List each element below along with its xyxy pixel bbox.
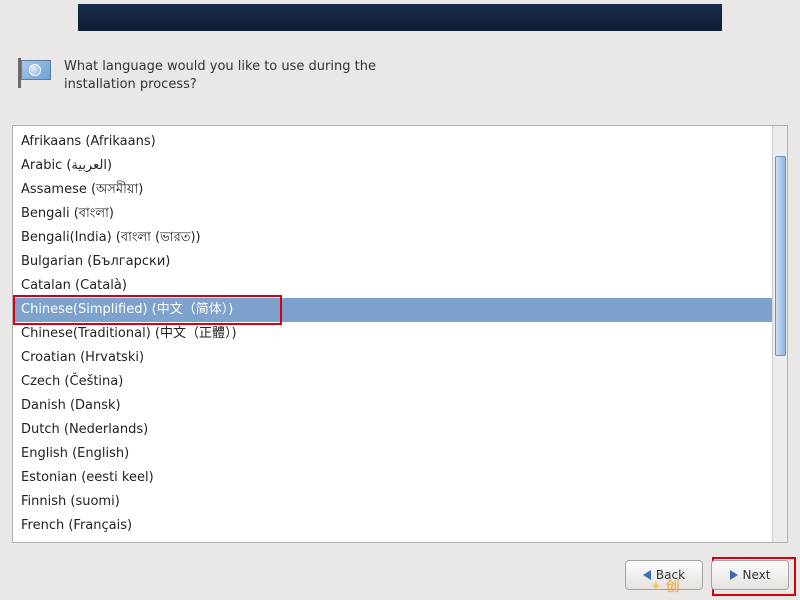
language-item[interactable]: Arabic (العربية) (13, 154, 772, 178)
language-list-body[interactable]: Afrikaans (Afrikaans)Arabic (العربية)Ass… (13, 126, 772, 542)
language-item[interactable]: Estonian (eesti keel) (13, 466, 772, 490)
next-button-label: Next (743, 568, 771, 582)
next-button[interactable]: Next (711, 560, 789, 590)
prompt-row: What language would you like to use duri… (16, 58, 376, 94)
language-item[interactable]: Bengali (বাংলা) (13, 202, 772, 226)
language-item[interactable]: Danish (Dansk) (13, 394, 772, 418)
prompt-line-2: installation process? (64, 77, 197, 92)
language-item[interactable]: Czech (Čeština) (13, 370, 772, 394)
language-item[interactable]: French (Français) (13, 514, 772, 538)
scrollbar-thumb[interactable] (775, 156, 786, 356)
back-button-label: Back (656, 568, 685, 582)
language-flag-icon (16, 58, 54, 88)
language-item[interactable]: Croatian (Hrvatski) (13, 346, 772, 370)
arrow-right-icon (730, 570, 738, 580)
language-item[interactable]: Chinese(Simplified) (中文（简体）) (13, 298, 772, 322)
scrollbar[interactable] (772, 126, 787, 542)
button-bar: Back Next (0, 560, 800, 596)
language-item[interactable]: Bulgarian (Български) (13, 250, 772, 274)
language-item[interactable]: English (English) (13, 442, 772, 466)
language-item[interactable]: Bengali(India) (বাংলা (ভারত)) (13, 226, 772, 250)
language-item[interactable]: Assamese (অসমীয়া) (13, 178, 772, 202)
header-banner (78, 4, 722, 31)
language-item[interactable]: Dutch (Nederlands) (13, 418, 772, 442)
arrow-left-icon (643, 570, 651, 580)
language-item[interactable]: Chinese(Traditional) (中文（正體）) (13, 322, 772, 346)
language-item[interactable]: Catalan (Català) (13, 274, 772, 298)
language-list: Afrikaans (Afrikaans)Arabic (العربية)Ass… (12, 125, 788, 543)
language-item[interactable]: Afrikaans (Afrikaans) (13, 130, 772, 154)
language-item[interactable]: Finnish (suomi) (13, 490, 772, 514)
prompt-text: What language would you like to use duri… (64, 58, 376, 94)
prompt-line-1: What language would you like to use duri… (64, 59, 376, 74)
back-button[interactable]: Back (625, 560, 703, 590)
